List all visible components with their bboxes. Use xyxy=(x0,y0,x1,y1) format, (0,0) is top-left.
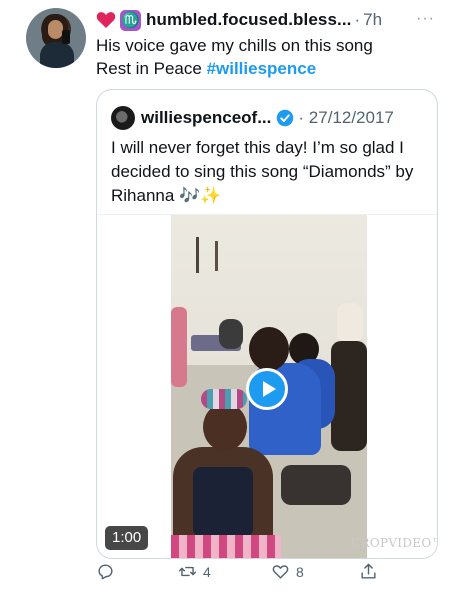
head-wrap xyxy=(201,389,247,409)
background-person xyxy=(337,303,363,343)
scorpio-icon: ♏ xyxy=(120,9,141,31)
more-icon[interactable]: ··· xyxy=(416,10,435,28)
woman-skirt xyxy=(171,535,281,558)
share-icon xyxy=(361,563,376,579)
like-count: 8 xyxy=(296,563,304,580)
quote-text: I will never forget this day! I’m so gla… xyxy=(111,138,414,205)
avatar[interactable] xyxy=(26,8,86,68)
retweet-icon xyxy=(178,566,197,577)
tweet[interactable]: ♏ humbled.focused.bless... · 7h ··· His … xyxy=(0,0,460,600)
action-bar: 4 8 xyxy=(96,562,396,592)
background-person xyxy=(171,307,187,387)
tweet-text-line1: His voice gave my chills on this song xyxy=(96,36,373,55)
wall-mark xyxy=(215,241,218,271)
share-button[interactable] xyxy=(359,562,378,581)
woman-head xyxy=(203,403,247,451)
avatar-phone xyxy=(62,30,70,44)
tweet-text: His voice gave my chills on this song Re… xyxy=(96,34,446,80)
hashtag-link[interactable]: #williespence xyxy=(207,59,317,78)
play-button[interactable] xyxy=(246,368,288,410)
quote-username[interactable]: williespenceof... xyxy=(141,108,271,128)
background-person xyxy=(219,319,243,349)
retweet-button[interactable]: 4 xyxy=(178,562,211,581)
heart-emoji-icon xyxy=(96,12,116,28)
background-person xyxy=(331,341,367,451)
quoted-tweet[interactable]: williespenceof... · 27/12/2017 I will ne… xyxy=(96,89,438,559)
quote-date[interactable]: · 27/12/2017 xyxy=(298,108,394,128)
like-button[interactable]: 8 xyxy=(271,562,304,581)
person-legs xyxy=(281,465,351,505)
video-player[interactable]: 1:00 CROPVIDEO™ xyxy=(97,214,438,558)
verified-icon xyxy=(277,109,294,127)
quote-header: williespenceof... · 27/12/2017 xyxy=(111,106,394,130)
reply-icon xyxy=(98,564,113,580)
wall-mark xyxy=(196,237,199,273)
video-duration: 1:00 xyxy=(105,526,149,550)
singer-head xyxy=(249,327,289,371)
like-icon xyxy=(272,565,289,579)
tweet-time[interactable]: 7h xyxy=(363,10,382,30)
woman-foreground xyxy=(171,385,281,558)
play-icon xyxy=(262,381,276,397)
reply-button[interactable] xyxy=(96,562,115,581)
quote-avatar[interactable] xyxy=(111,106,135,130)
avatar-body xyxy=(40,42,74,68)
avatar-face xyxy=(48,20,63,39)
tweet-text-line2: Rest in Peace #williespence xyxy=(96,57,446,80)
woman-top xyxy=(193,467,253,537)
tweet-text-prefix: Rest in Peace xyxy=(96,59,207,78)
separator-dot: · xyxy=(354,10,361,29)
quote-separator: · xyxy=(298,108,305,127)
retweet-count: 4 xyxy=(203,563,211,580)
tweet-header: ♏ humbled.focused.bless... · 7h xyxy=(96,8,382,32)
video-watermark: CROPVIDEO™ xyxy=(351,536,438,550)
quote-date-value: 27/12/2017 xyxy=(308,108,394,127)
author-username[interactable]: humbled.focused.bless... xyxy=(146,10,352,30)
